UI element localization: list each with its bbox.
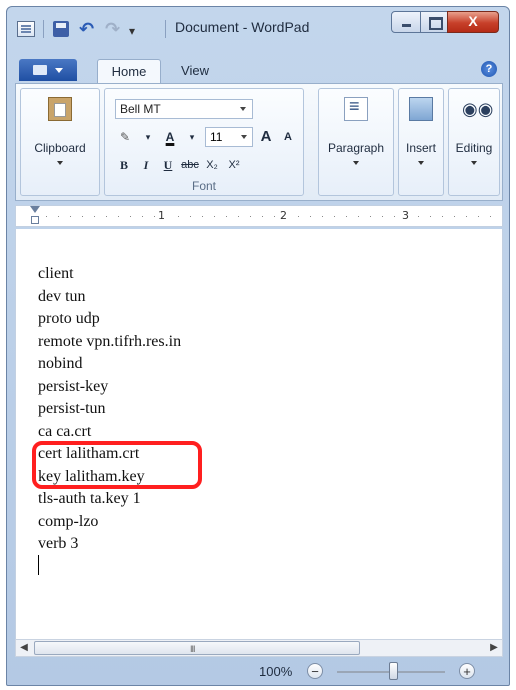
document-line: dev tun	[38, 287, 86, 305]
redo-icon[interactable]: ↷	[105, 20, 123, 38]
save-icon[interactable]	[53, 21, 69, 37]
zoom-in-button[interactable]: +	[459, 663, 475, 679]
underline-button[interactable]: U	[159, 155, 177, 175]
italic-button[interactable]: I	[137, 155, 155, 175]
zoom-slider-thumb[interactable]	[389, 662, 398, 680]
close-button[interactable]: X	[447, 11, 499, 33]
document-line: remote vpn.tifrh.res.in	[38, 332, 182, 350]
chevron-down-icon	[471, 161, 477, 168]
title-separator	[165, 20, 166, 38]
tab-view[interactable]: View	[167, 59, 223, 83]
subscript-button[interactable]: X₂	[203, 155, 221, 175]
zoom-out-button[interactable]: −	[307, 663, 323, 679]
editing-label: Editing	[455, 141, 493, 155]
ruler-mark: 2	[278, 209, 289, 222]
strikethrough-button[interactable]: abc	[181, 155, 199, 175]
title-bar: ↶ ↷ ▾ Document - WordPad X	[7, 7, 509, 47]
clipboard-label: Clipboard	[34, 141, 86, 155]
wordpad-app-icon[interactable]	[17, 21, 35, 37]
ruler-mark: 1	[156, 209, 167, 222]
paragraph-group[interactable]: Paragraph	[318, 88, 394, 196]
editing-group[interactable]: ◉◉ Editing	[448, 88, 500, 196]
chevron-down-icon[interactable]: ▾	[139, 127, 157, 147]
document-line: persist-tun	[38, 400, 106, 417]
superscript-button[interactable]: X²	[225, 155, 243, 175]
clipboard-icon	[48, 97, 72, 121]
insert-label: Insert	[405, 141, 436, 155]
maximize-button[interactable]	[420, 11, 448, 33]
ruler[interactable]: 1 2 3	[15, 205, 503, 227]
document-area[interactable]: client dev tun proto udp remote vpn.tifr…	[15, 229, 503, 639]
help-icon[interactable]: ?	[481, 61, 497, 77]
ruler-ticks	[46, 216, 498, 217]
status-bar: 100% − +	[7, 659, 509, 685]
document-line: ca ca.crt	[38, 422, 92, 440]
document-text[interactable]: client dev tun proto udp remote vpn.tifr…	[38, 263, 181, 556]
chevron-down-icon	[57, 161, 63, 168]
close-icon: X	[468, 13, 478, 29]
shrink-font-button[interactable]: A	[279, 127, 297, 147]
scrollbar-thumb[interactable]: III	[34, 641, 360, 655]
document-line: verb 3	[38, 535, 79, 552]
scroll-left-icon[interactable]: ◀	[16, 640, 32, 656]
undo-icon[interactable]: ↶	[79, 20, 97, 38]
tab-home[interactable]: Home	[97, 59, 161, 84]
clipboard-group[interactable]: Clipboard	[20, 88, 100, 196]
customize-quick-access-icon[interactable]: ▾	[129, 23, 147, 39]
paragraph-label: Paragraph	[327, 141, 385, 155]
text-caret	[38, 555, 39, 575]
highlight-color-icon[interactable]: ✎	[115, 127, 135, 147]
document-line: persist-key	[38, 377, 109, 395]
scroll-right-icon[interactable]: ▶	[486, 640, 502, 656]
bold-button[interactable]: B	[115, 155, 133, 175]
indent-marker-icon[interactable]	[30, 206, 40, 226]
red-highlight-box	[32, 441, 202, 489]
window-title: Document - WordPad	[175, 19, 310, 35]
paragraph-icon	[344, 96, 368, 121]
document-line: client	[38, 265, 74, 282]
chevron-down-icon	[353, 161, 359, 168]
minimize-button[interactable]	[391, 11, 421, 33]
quick-access-separator	[43, 20, 44, 38]
font-color-button[interactable]: A	[161, 127, 179, 147]
insert-picture-icon	[409, 97, 433, 121]
font-name-select[interactable]: Bell MT	[115, 99, 253, 119]
insert-group[interactable]: Insert	[398, 88, 444, 196]
ruler-mark: 3	[400, 209, 411, 222]
document-line: nobind	[38, 355, 83, 372]
horizontal-scrollbar[interactable]: ◀ III ▶	[15, 639, 503, 657]
ribbon-home: Clipboard Bell MT ✎ ▾ A ▾ 11 A A B I U a…	[15, 83, 503, 201]
file-menu-button[interactable]	[19, 59, 77, 81]
binoculars-icon: ◉◉	[462, 99, 494, 119]
grip-icon: III	[190, 644, 195, 654]
font-group: Bell MT ✎ ▾ A ▾ 11 A A B I U abc X₂ X² F…	[104, 88, 304, 196]
document-line: proto udp	[38, 310, 100, 327]
font-size-select[interactable]: 11	[205, 127, 253, 147]
wordpad-window: ↶ ↷ ▾ Document - WordPad X Home View ? C…	[6, 6, 510, 686]
font-group-label: Font	[191, 179, 216, 193]
document-line: comp-lzo	[38, 512, 99, 530]
zoom-level: 100%	[259, 664, 293, 679]
chevron-down-icon	[418, 161, 424, 168]
chevron-down-icon[interactable]: ▾	[183, 127, 201, 147]
grow-font-button[interactable]: A	[257, 127, 275, 147]
document-line: tls-auth ta.key 1	[38, 490, 141, 507]
